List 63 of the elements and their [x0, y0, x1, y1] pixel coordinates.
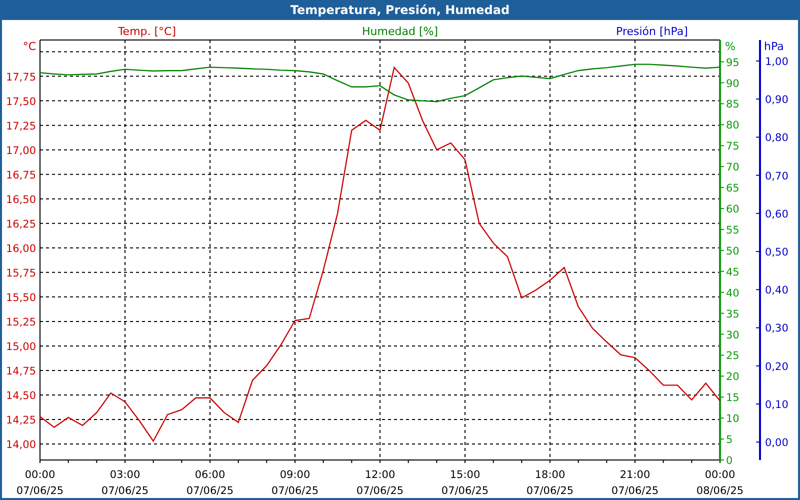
tick-label: 1,00 [765, 56, 788, 68]
tick-label: 80 [726, 120, 740, 132]
tick-label: 5 [726, 434, 733, 446]
tick-label: 60 [726, 204, 740, 216]
tick-label: 75 [726, 140, 740, 153]
tick-label: 85 [726, 98, 740, 111]
tick-label: 14,00 [6, 439, 36, 452]
axis-unit: °C [22, 40, 36, 53]
tick-label: 00:00 08/06/25 [696, 469, 744, 497]
tick-label: 65 [726, 182, 740, 195]
tick-label: 10 [726, 413, 740, 426]
tick-label: 0,50 [765, 246, 788, 259]
legend-label: Humedad [%] [362, 25, 438, 38]
tick-label: 25 [726, 350, 740, 362]
tick-label: 15,50 [6, 292, 36, 304]
tick-label: 16,00 [6, 242, 36, 255]
tick-label: 15:00 07/06/25 [441, 469, 489, 497]
tick-label: 0,20 [765, 360, 788, 373]
tick-label: 14,50 [6, 390, 36, 402]
tick-label: 12:00 07/06/25 [356, 469, 404, 497]
tick-label: 16,50 [6, 194, 36, 206]
tick-label: 17,00 [6, 144, 36, 157]
tick-label: 35 [726, 308, 740, 320]
tick-label: 17,75 [6, 71, 36, 84]
tick-label: 0,30 [765, 322, 788, 335]
tick-label: 16,25 [6, 218, 36, 230]
tick-label: 17,50 [6, 96, 36, 108]
tick-label: 0,00 [765, 437, 788, 450]
tick-label: 95 [726, 56, 740, 69]
tick-label: 21:00 07/06/25 [611, 469, 659, 497]
tick-label: 15 [726, 392, 740, 404]
tick-label: 16,75 [6, 169, 36, 182]
tick-label: 0,10 [765, 398, 788, 411]
tick-label: 0,40 [765, 284, 788, 297]
tick-label: 45 [726, 266, 740, 278]
tick-label: 14,75 [6, 365, 36, 378]
chart-title: Temperatura, Presión, Humedad [290, 2, 510, 19]
tick-label: 0 [726, 455, 733, 467]
tick-label: 09:00 07/06/25 [271, 469, 319, 497]
tick-label: 15,25 [6, 316, 36, 328]
tick-label: 06:00 07/06/25 [186, 469, 234, 497]
legend-label: Presión [hPa] [616, 25, 688, 38]
tick-label: 20 [726, 371, 740, 384]
tick-label: 15,75 [6, 267, 36, 280]
legend-label: Temp. [°C] [118, 25, 176, 38]
tick-label: 0,70 [765, 170, 788, 182]
tick-label: 0,80 [765, 132, 788, 144]
tick-label: 70 [726, 162, 740, 174]
tick-label: 18:00 07/06/25 [526, 469, 574, 497]
axis-unit: % [725, 40, 736, 53]
tick-label: 0,60 [765, 208, 788, 220]
tick-label: 40 [726, 287, 740, 300]
axis-unit: hPa [764, 40, 784, 53]
tick-label: 55 [726, 224, 740, 236]
tick-label: 17,25 [6, 120, 36, 132]
tick-label: 15,00 [6, 340, 36, 353]
tick-label: 14,25 [6, 414, 36, 426]
tick-label: 0,90 [765, 94, 788, 106]
tick-label: 90 [726, 78, 740, 90]
tick-label: 30 [726, 329, 740, 342]
tick-label: 50 [726, 245, 740, 258]
tick-label: 00:00 07/06/25 [16, 469, 64, 497]
tick-label: 03:00 07/06/25 [101, 469, 149, 497]
